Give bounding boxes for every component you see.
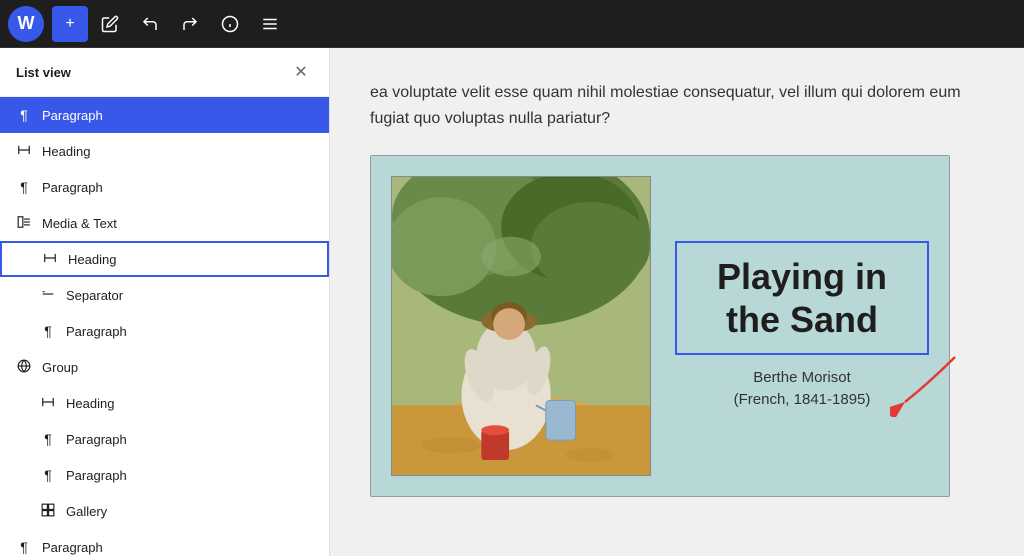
list-item-label: Heading [42, 144, 313, 159]
list-item-paragraph-5[interactable]: ¶ Paragraph [0, 457, 329, 493]
media-card-wrapper: Playing in the Sand Berthe Morisot (Fren… [370, 155, 950, 497]
list-item-label: Paragraph [66, 324, 313, 339]
list-item-label: Group [42, 360, 313, 375]
gallery-icon [40, 503, 56, 520]
sidebar-close-button[interactable]: ✕ [289, 60, 313, 84]
media-card: Playing in the Sand Berthe Morisot (Fren… [370, 155, 950, 497]
sidebar-title: List view [16, 65, 71, 80]
list-item-paragraph-3[interactable]: ¶ Paragraph [0, 313, 329, 349]
list-item-label: Heading [66, 396, 313, 411]
list-item-gallery[interactable]: Gallery [0, 493, 329, 529]
intro-paragraph: ea voluptate velit esse quam nihil moles… [370, 80, 970, 131]
list-item-group[interactable]: Group [0, 349, 329, 385]
media-heading[interactable]: Playing in the Sand [675, 241, 929, 355]
list-item-label: Heading [68, 252, 311, 267]
list-item-label: Paragraph [42, 540, 313, 555]
undo-button[interactable] [132, 6, 168, 42]
sidebar-header: List view ✕ [0, 48, 329, 97]
sidebar: List view ✕ ¶ Paragraph Heading ¶ Paragr… [0, 48, 330, 556]
list-item-separator[interactable]: Separator [0, 277, 329, 313]
heading-icon [40, 395, 56, 412]
add-button[interactable]: + [52, 6, 88, 42]
edit-button[interactable] [92, 6, 128, 42]
list-item-paragraph-2[interactable]: ¶ Paragraph [0, 169, 329, 205]
list-item-paragraph-1[interactable]: ¶ Paragraph [0, 97, 329, 133]
paragraph-icon: ¶ [16, 539, 32, 555]
list-item-label: Gallery [66, 504, 313, 519]
toolbar: W + [0, 0, 1024, 48]
group-icon [16, 359, 32, 376]
list-item-heading-1[interactable]: Heading [0, 133, 329, 169]
list-item-label: Paragraph [42, 180, 313, 195]
paragraph-icon: ¶ [40, 467, 56, 483]
heading-icon [42, 251, 58, 268]
list-item-heading-3[interactable]: Heading [0, 385, 329, 421]
redo-button[interactable] [172, 6, 208, 42]
list-item-label: Paragraph [66, 468, 313, 483]
separator-icon [40, 287, 56, 304]
painting-image [391, 176, 651, 476]
paragraph-icon: ¶ [40, 323, 56, 339]
paragraph-icon: ¶ [16, 179, 32, 195]
list-item-media-text[interactable]: Media & Text [0, 205, 329, 241]
main-layout: List view ✕ ¶ Paragraph Heading ¶ Paragr… [0, 48, 1024, 556]
paragraph-icon: ¶ [40, 431, 56, 447]
media-text-icon [16, 215, 32, 232]
info-button[interactable] [212, 6, 248, 42]
list-item-heading-2[interactable]: Heading [0, 241, 329, 277]
list-item-label: Paragraph [66, 432, 313, 447]
caption-line1: Berthe Morisot [734, 367, 871, 390]
arrow-heading-indicator [890, 347, 960, 417]
heading-icon [16, 143, 32, 160]
list-item-label: Separator [66, 288, 313, 303]
media-caption: Berthe Morisot (French, 1841-1895) [734, 367, 871, 412]
caption-line2: (French, 1841-1895) [734, 389, 871, 412]
list-item-label: Paragraph [42, 108, 313, 123]
wp-logo[interactable]: W [8, 6, 44, 42]
list-item-paragraph-6[interactable]: ¶ Paragraph [0, 529, 329, 556]
list-item-paragraph-4[interactable]: ¶ Paragraph [0, 421, 329, 457]
list-item-label: Media & Text [42, 216, 313, 231]
list-view-toggle[interactable] [252, 6, 288, 42]
content-area: ea voluptate velit esse quam nihil moles… [330, 48, 1024, 556]
paragraph-icon: ¶ [16, 107, 32, 123]
